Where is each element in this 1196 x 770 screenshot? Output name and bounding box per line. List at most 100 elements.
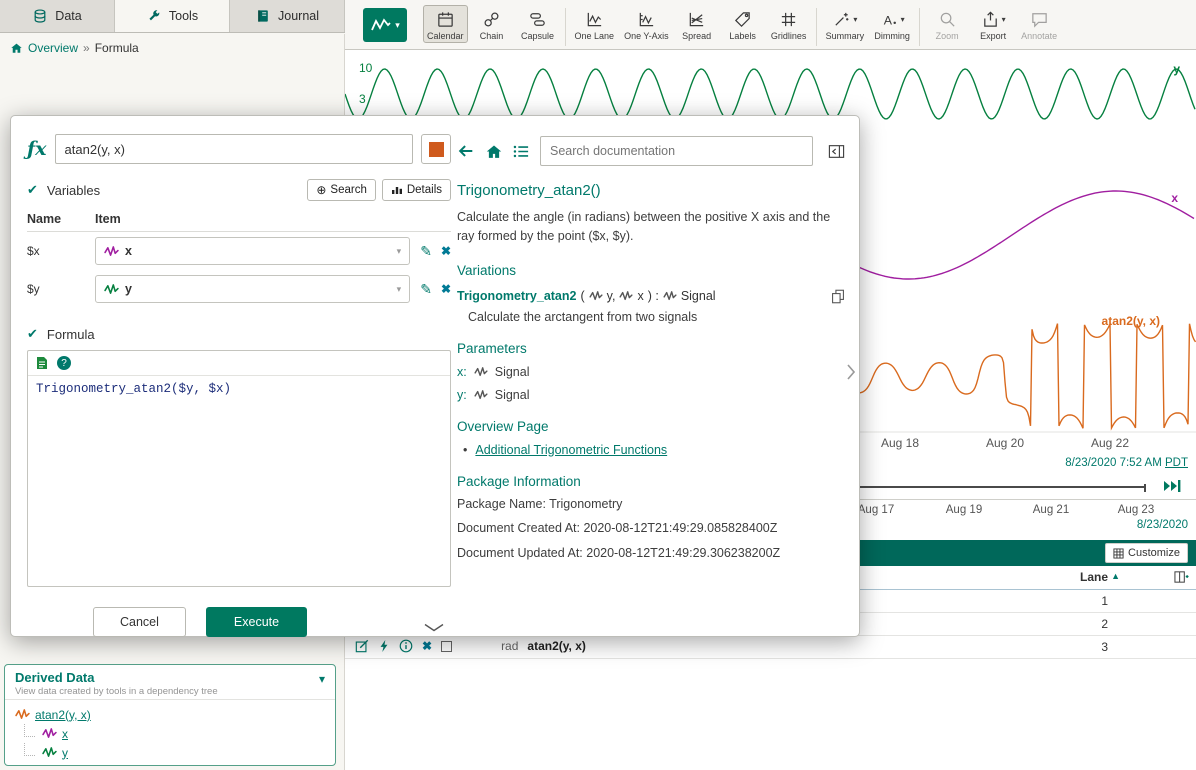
formula-name-input[interactable] bbox=[55, 134, 413, 164]
signal-row-content: ✖ rad atan2(y, x) bbox=[355, 639, 586, 653]
formula-section-label: Formula bbox=[47, 327, 95, 342]
edit-variable-icon[interactable]: ✎ bbox=[420, 243, 432, 260]
document-updated-at: Document Updated At: 2020-08-12T21:49:29… bbox=[457, 545, 845, 563]
signal-icon bbox=[42, 747, 57, 758]
spread-icon bbox=[687, 10, 706, 29]
dependency-tree: atan2(y, x) x y bbox=[5, 700, 335, 767]
variable-row-x: $x x ▾ ✎ ✖ bbox=[27, 232, 451, 270]
tree-item-atan2[interactable]: atan2(y, x) bbox=[15, 705, 325, 724]
toolbar-capsule[interactable]: Capsule bbox=[516, 5, 560, 43]
chevron-down-icon: ▾ bbox=[1002, 15, 1006, 24]
tab-journal[interactable]: Journal bbox=[230, 0, 345, 32]
signal-icon bbox=[474, 367, 488, 377]
breadcrumb-overview-link[interactable]: Overview bbox=[28, 41, 78, 55]
help-icon[interactable]: ? bbox=[57, 356, 71, 370]
chevron-down-icon: ▾ bbox=[397, 246, 402, 257]
toolbar-summary[interactable]: ▾ Summary bbox=[822, 5, 869, 43]
gridlines-icon bbox=[779, 10, 798, 29]
execute-button[interactable]: Execute bbox=[206, 607, 307, 637]
cancel-button[interactable]: Cancel bbox=[93, 607, 186, 637]
tree-item-link[interactable]: y bbox=[62, 746, 68, 760]
name-column-header: Name bbox=[27, 212, 95, 226]
toolbar-gridlines[interactable]: Gridlines bbox=[767, 5, 811, 43]
color-swatch-button[interactable] bbox=[421, 134, 451, 164]
svg-text:A: A bbox=[883, 13, 892, 27]
signal-name[interactable]: atan2(y, x) bbox=[527, 639, 585, 653]
package-name: Package Name: Trigonometry bbox=[457, 496, 845, 514]
bullet: • bbox=[463, 443, 467, 457]
toolbar-chain[interactable]: Chain bbox=[470, 5, 514, 43]
timezone-label[interactable]: PDT bbox=[1165, 457, 1188, 469]
tab-tools[interactable]: Tools bbox=[115, 0, 230, 32]
journal-icon bbox=[255, 8, 271, 24]
document-icon[interactable] bbox=[36, 356, 48, 370]
derived-data-header: Derived Data View data created by tools … bbox=[5, 665, 335, 700]
dock-panel-icon[interactable] bbox=[828, 144, 845, 159]
search-items-button[interactable]: ⊕ Search bbox=[307, 179, 376, 201]
toolbar-separator bbox=[565, 8, 566, 46]
remove-variable-icon[interactable]: ✖ bbox=[441, 282, 451, 296]
toolbar-calendar[interactable]: Calendar bbox=[423, 5, 468, 43]
tab-data[interactable]: Data bbox=[0, 0, 115, 32]
range-handle-icon[interactable] bbox=[1162, 479, 1182, 493]
y-axis-tick: 3 bbox=[359, 92, 366, 106]
series-label-x: x bbox=[1171, 191, 1178, 205]
home-icon[interactable] bbox=[486, 144, 502, 159]
toolbar-dimming[interactable]: A▾ Dimming bbox=[870, 5, 914, 43]
edit-variable-icon[interactable]: ✎ bbox=[420, 281, 432, 298]
chevron-down-icon: ▾ bbox=[395, 20, 400, 31]
docs-expand-chevron[interactable] bbox=[847, 364, 855, 383]
signal-icon bbox=[42, 728, 57, 739]
toolbar-one-y-axis[interactable]: One Y-Axis bbox=[620, 5, 673, 43]
toolbar-spread[interactable]: Spread bbox=[675, 5, 719, 43]
back-icon[interactable] bbox=[457, 143, 475, 159]
x-axis-tick: Aug 20 bbox=[975, 436, 1035, 450]
capsule-icon bbox=[528, 10, 547, 29]
chevron-down-icon: ▾ bbox=[853, 15, 857, 24]
tree-item-x[interactable]: x bbox=[15, 724, 325, 743]
dimming-icon: A bbox=[880, 10, 899, 29]
formula-code[interactable]: Trigonometry_atan2($y, $x) bbox=[28, 376, 450, 402]
breadcrumb-separator: » bbox=[83, 41, 90, 55]
toolbar-export[interactable]: ▾ Export bbox=[971, 5, 1015, 43]
toolbar-zoom[interactable]: Zoom bbox=[925, 5, 969, 43]
index-list-icon[interactable] bbox=[513, 144, 529, 159]
table-row[interactable]: 3 ✖ rad atan2(y, x) bbox=[345, 636, 1196, 659]
edit-icon[interactable] bbox=[355, 639, 369, 653]
row-checkbox[interactable] bbox=[441, 641, 452, 652]
panel-tab-bar: Data Tools Journal bbox=[0, 0, 345, 33]
trend-toolbar: ▾ Calendar Chain Capsule One Lane One Y-… bbox=[345, 0, 1196, 50]
column-settings-icon[interactable] bbox=[1174, 570, 1189, 584]
details-button[interactable]: Details bbox=[382, 179, 451, 201]
tree-elbow bbox=[24, 724, 35, 737]
collapse-modal-chevron[interactable] bbox=[423, 621, 445, 635]
tree-elbow bbox=[24, 743, 35, 756]
toolbar-labels[interactable]: Labels bbox=[721, 5, 765, 43]
lane-column-header[interactable]: Lane bbox=[1080, 570, 1108, 584]
plus-circle-icon: ⊕ bbox=[316, 183, 326, 197]
timebar-tick: Aug 23 bbox=[1113, 504, 1159, 516]
customize-button[interactable]: Customize bbox=[1105, 543, 1188, 563]
toolbar-annotate[interactable]: Annotate bbox=[1017, 5, 1061, 43]
tree-item-link[interactable]: atan2(y, x) bbox=[35, 708, 91, 722]
docs-search-input[interactable] bbox=[540, 136, 813, 166]
remove-icon[interactable]: ✖ bbox=[422, 639, 432, 653]
editor-toolbar: ? bbox=[28, 351, 450, 376]
tree-item-y[interactable]: y bbox=[15, 743, 325, 762]
tab-journal-label: Journal bbox=[278, 9, 319, 23]
collapse-chevron-icon[interactable]: ▾ bbox=[319, 672, 325, 686]
trig-functions-link[interactable]: Additional Trigonometric Functions bbox=[475, 443, 667, 457]
formula-editor[interactable]: ? Trigonometry_atan2($y, $x) bbox=[27, 350, 451, 587]
parameter-x: x: Signal bbox=[457, 365, 845, 379]
remove-variable-icon[interactable]: ✖ bbox=[441, 244, 451, 258]
y-axis-tick: 10 bbox=[359, 61, 372, 75]
lightning-icon[interactable] bbox=[378, 639, 390, 653]
time-range-selector[interactable] bbox=[850, 486, 1146, 488]
toolbar-one-lane[interactable]: One Lane bbox=[571, 5, 619, 43]
item-select-x[interactable]: x ▾ bbox=[95, 237, 410, 265]
item-select-y[interactable]: y ▾ bbox=[95, 275, 410, 303]
copy-icon[interactable] bbox=[831, 289, 845, 304]
tree-item-link[interactable]: x bbox=[62, 727, 68, 741]
trend-view-button[interactable]: ▾ bbox=[363, 8, 407, 42]
info-icon[interactable] bbox=[399, 639, 413, 653]
